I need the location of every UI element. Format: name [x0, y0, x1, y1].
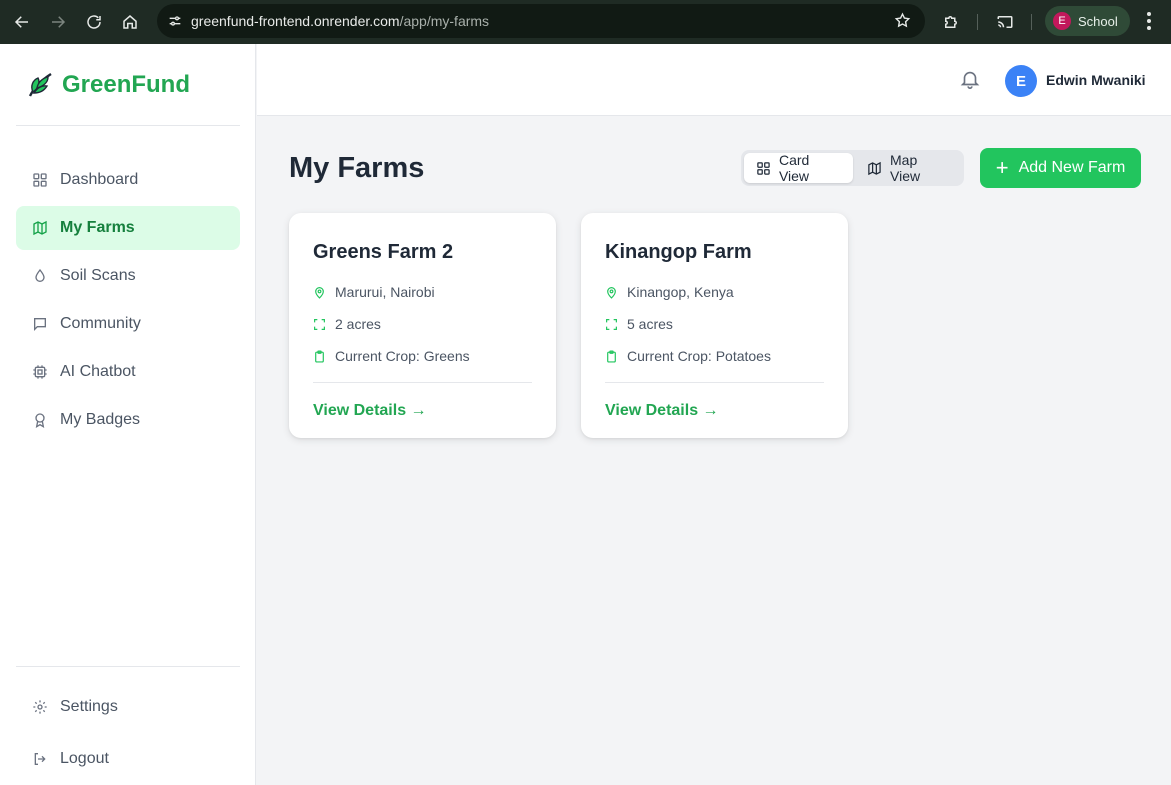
profile-chip[interactable]: E School — [1045, 6, 1130, 36]
farm-size-text: 5 acres — [627, 316, 673, 332]
map-icon — [868, 161, 881, 175]
map-view-label: Map View — [890, 152, 921, 184]
url-host: greenfund-frontend.onrender.com — [191, 13, 400, 29]
card-view-label: Card View — [778, 152, 810, 184]
map-pin-icon — [315, 286, 324, 299]
card-view-button[interactable]: Card View — [744, 152, 854, 184]
browser-toolbar: greenfund-frontend.onrender.com/app/my-f… — [0, 0, 1171, 44]
farm-card[interactable]: Greens Farm 2 Marurui, Nairobi 2 acres C… — [289, 213, 556, 438]
home-icon — [123, 15, 137, 29]
reload-icon — [87, 15, 101, 29]
sidebar-bottom-menu: Settings Logout — [16, 666, 240, 785]
browser-menu-icon[interactable] — [1140, 10, 1158, 37]
maximize-icon — [314, 318, 325, 330]
brand-name: GreenFund — [62, 70, 191, 98]
view-toggle: Card View Map View — [741, 150, 964, 186]
brand[interactable]: GreenFund — [16, 44, 240, 126]
sidebar-item-my-badges[interactable]: My Badges — [16, 398, 240, 442]
site-settings-icon[interactable] — [159, 13, 191, 29]
logout-icon — [34, 753, 46, 765]
farm-name: Kinangop Farm — [605, 241, 752, 263]
farm-location-text: Kinangop, Kenya — [627, 284, 734, 300]
map-view-button[interactable]: Map View — [855, 152, 961, 184]
top-bar: E Edwin Mwaniki — [257, 44, 1171, 116]
puzzle-icon — [945, 16, 957, 28]
bell-icon[interactable] — [959, 68, 981, 90]
farm-crop-text: Current Crop: Greens — [335, 348, 470, 364]
farm-name: Greens Farm 2 — [313, 241, 454, 263]
bookmark-star-icon[interactable] — [894, 12, 911, 34]
avatar[interactable]: E — [1005, 65, 1037, 97]
sidebar-item-ai-chatbot[interactable]: AI Chatbot — [16, 350, 240, 394]
farm-location-text: Marurui, Nairobi — [335, 284, 435, 300]
sidebar-item-label: My Badges — [60, 411, 141, 428]
farm-size-text: 2 acres — [335, 316, 381, 332]
award-icon — [35, 413, 45, 428]
back-button[interactable] — [4, 4, 40, 40]
farm-crop: Current Crop: Potatoes — [605, 340, 824, 372]
clipboard-icon — [607, 349, 616, 363]
sidebar-item-label: Soil Scans — [60, 267, 136, 284]
extensions-button[interactable] — [933, 4, 969, 40]
toolbar-divider — [1031, 14, 1032, 30]
sidebar-item-label: Settings — [60, 698, 118, 715]
reload-button[interactable] — [76, 4, 112, 40]
card-divider — [605, 382, 824, 383]
sidebar-item-soil-scans[interactable]: Soil Scans — [16, 254, 240, 298]
page-title: My Farms — [289, 152, 425, 184]
url-path: /app/my-farms — [399, 13, 490, 29]
grid-icon — [33, 173, 47, 187]
address-bar[interactable]: greenfund-frontend.onrender.com/app/my-f… — [157, 4, 925, 38]
map-pin-icon — [607, 286, 616, 299]
add-new-farm-button[interactable]: + Add New Farm — [980, 148, 1141, 188]
plus-icon: + — [995, 155, 1009, 180]
url-text: greenfund-frontend.onrender.com/app/my-f… — [191, 13, 489, 29]
sidebar-item-label: Dashboard — [60, 171, 139, 188]
add-new-farm-label: Add New Farm — [1018, 159, 1126, 176]
sidebar-item-community[interactable]: Community — [16, 302, 240, 346]
farm-crop-text: Current Crop: Potatoes — [627, 348, 771, 364]
farm-location: Kinangop, Kenya — [605, 276, 824, 308]
sidebar-menu: Dashboard My Farms Soil Scans Community … — [16, 158, 240, 446]
forward-arrow-icon — [52, 16, 66, 28]
message-square-icon — [34, 318, 46, 331]
clipboard-icon — [315, 349, 324, 363]
cpu-icon — [33, 365, 47, 379]
home-button[interactable] — [112, 4, 148, 40]
sidebar-item-my-farms[interactable]: My Farms — [16, 206, 240, 250]
sidebar: GreenFund Dashboard My Farms Soil Scans … — [0, 44, 256, 785]
sidebar-item-label: AI Chatbot — [60, 363, 136, 380]
forward-button[interactable] — [40, 4, 76, 40]
sidebar-item-dashboard[interactable]: Dashboard — [16, 158, 240, 202]
droplet-icon — [35, 268, 45, 282]
sidebar-item-logout[interactable]: Logout — [16, 737, 240, 781]
maximize-icon — [606, 318, 617, 330]
profile-name: School — [1078, 13, 1118, 29]
sidebar-item-label: Community — [60, 315, 141, 332]
sidebar-item-settings[interactable]: Settings — [16, 685, 240, 729]
view-details-link[interactable]: View Details → — [313, 402, 532, 420]
leaf-logo-icon — [28, 72, 52, 97]
cast-icon — [997, 16, 1013, 28]
farm-size: 2 acres — [313, 308, 532, 340]
toolbar-divider — [977, 14, 978, 30]
farm-location: Marurui, Nairobi — [313, 276, 532, 308]
farm-crop: Current Crop: Greens — [313, 340, 532, 372]
view-details-link[interactable]: View Details → — [605, 402, 824, 420]
gear-icon — [33, 700, 47, 714]
back-arrow-icon — [14, 16, 28, 28]
sidebar-item-label: My Farms — [60, 219, 135, 236]
card-divider — [313, 382, 532, 383]
profile-avatar: E — [1053, 12, 1071, 30]
cast-button[interactable] — [987, 4, 1023, 40]
farm-size: 5 acres — [605, 308, 824, 340]
user-name[interactable]: Edwin Mwaniki — [1046, 72, 1146, 88]
sidebar-item-label: Logout — [60, 750, 109, 767]
map-icon — [33, 220, 47, 236]
farm-card[interactable]: Kinangop Farm Kinangop, Kenya 5 acres Cu… — [581, 213, 848, 438]
grid-icon — [757, 161, 770, 175]
